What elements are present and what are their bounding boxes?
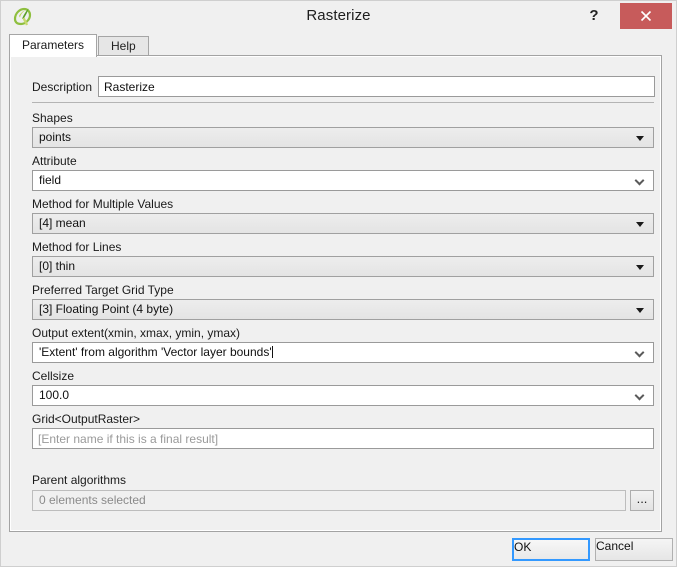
cancel-button[interactable]: Cancel [595,538,673,561]
close-button[interactable] [620,3,672,29]
method-multiple-combo[interactable]: [4] mean [32,213,654,234]
parameters-panel: Description Shapes points Attribute fiel… [9,55,662,532]
description-label: Description [32,80,92,94]
chevron-down-icon [636,392,645,401]
output-extent-label: Output extent(xmin, xmax, ymin, ymax) [32,326,240,340]
tab-parameters[interactable]: Parameters [9,34,97,57]
output-raster-input[interactable] [32,428,654,449]
chevron-down-icon [636,222,644,227]
chevron-down-icon [636,177,645,186]
chevron-down-icon [636,308,644,313]
help-button[interactable]: ? [578,1,610,30]
description-input[interactable] [98,76,655,97]
parent-algorithms-field[interactable]: 0 elements selected [32,490,626,511]
method-lines-label: Method for Lines [32,240,121,254]
grid-type-combo-value: [3] Floating Point (4 byte) [39,300,631,319]
close-icon [640,10,652,22]
cellsize-label: Cellsize [32,369,74,383]
tab-strip: Parameters Help [9,34,668,56]
tab-help-label: Help [111,39,136,53]
tab-help[interactable]: Help [98,36,149,55]
grid-type-label: Preferred Target Grid Type [32,283,174,297]
chevron-down-icon [636,349,645,358]
parent-algorithms-browse-button[interactable]: ... [630,490,654,511]
shapes-combo[interactable]: points [32,127,654,148]
output-extent-combo[interactable]: 'Extent' from algorithm 'Vector layer bo… [32,342,654,363]
cellsize-value: 100.0 [39,386,629,405]
window-title: Rasterize [1,7,676,24]
parameters-panel-content: Description Shapes points Attribute fiel… [10,56,661,531]
chevron-down-icon [636,265,644,270]
chevron-down-icon [636,136,644,141]
attribute-combo-value: field [39,171,629,190]
ok-button[interactable]: OK [512,538,590,561]
attribute-combo[interactable]: field [32,170,654,191]
description-separator [32,102,654,103]
shapes-label: Shapes [32,111,73,125]
shapes-combo-value: points [39,128,631,147]
grid-type-combo[interactable]: [3] Floating Point (4 byte) [32,299,654,320]
cellsize-combo[interactable]: 100.0 [32,385,654,406]
parent-algorithms-label: Parent algorithms [32,473,126,487]
rasterize-dialog: Rasterize ? Parameters Help Description … [0,0,677,567]
attribute-label: Attribute [32,154,77,168]
title-bar: Rasterize ? [1,1,676,33]
method-multiple-combo-value: [4] mean [39,214,631,233]
output-extent-value: 'Extent' from algorithm 'Vector layer bo… [39,343,629,362]
method-lines-combo[interactable]: [0] thin [32,256,654,277]
tab-parameters-label: Parameters [22,38,84,52]
method-lines-combo-value: [0] thin [39,257,631,276]
method-multiple-label: Method for Multiple Values [32,197,173,211]
output-raster-label: Grid<OutputRaster> [32,412,140,426]
